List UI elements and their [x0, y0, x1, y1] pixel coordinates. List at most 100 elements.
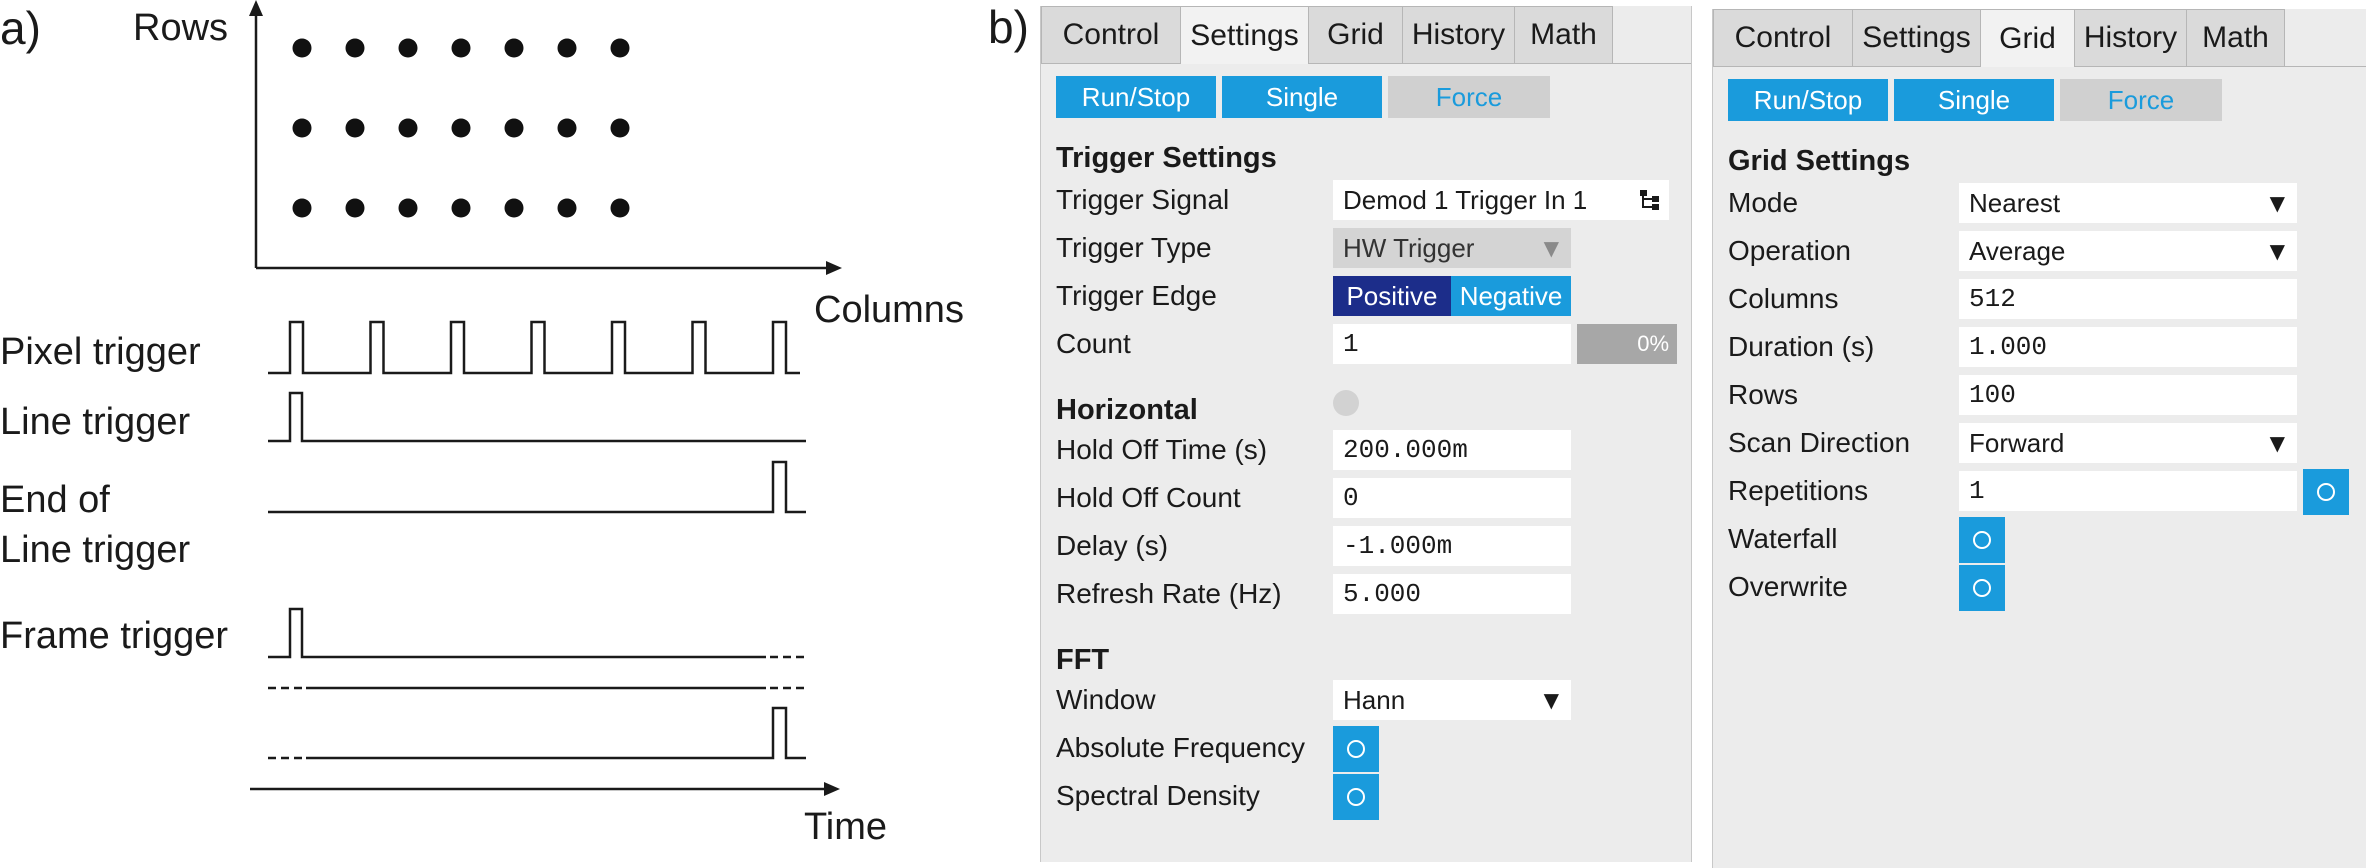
rows-label: Rows — [1728, 379, 1799, 410]
pixel-dot — [345, 118, 365, 138]
scan-timing-diagram: a) Rows Columns Pixel trigger Line trigg… — [0, 0, 964, 848]
operation-dropdown[interactable]: Average ▼ — [1959, 231, 2297, 271]
trigger-progress-bar: 0% — [1577, 324, 1677, 364]
chevron-down-icon: ▼ — [1543, 236, 1559, 260]
pixel-dot — [504, 38, 524, 58]
refresh-rate-field[interactable]: 5.000 — [1333, 574, 1571, 614]
refresh-rate-label: Refresh Rate (Hz) — [1056, 578, 1282, 609]
chevron-down-icon: ▼ — [1543, 688, 1559, 712]
columns-axis-arrow — [826, 261, 842, 275]
edge-positive-button[interactable]: Positive — [1333, 276, 1451, 316]
settings-panel-tabs: Control Settings Grid History Math — [1041, 6, 1691, 64]
trigger-edge-label: Trigger Edge — [1056, 280, 1217, 311]
tab-control[interactable]: Control — [1041, 6, 1181, 64]
window-dropdown[interactable]: Hann ▼ — [1333, 680, 1571, 720]
tab-grid[interactable]: Grid — [1309, 6, 1403, 64]
tab-grid[interactable]: Grid — [1981, 9, 2075, 67]
status-led-icon — [1333, 390, 1359, 416]
pixel-dot — [610, 118, 630, 138]
panel-b-label: b) — [988, 1, 1029, 53]
hold-off-time-field[interactable]: 200.000m — [1333, 430, 1571, 470]
fft-heading: FFT — [1056, 644, 1110, 676]
force-button[interactable]: Force — [2060, 79, 2222, 121]
trigger-signal-field[interactable]: Demod 1 Trigger In 1 — [1333, 180, 1669, 220]
toggle-off-icon — [1973, 531, 1991, 549]
chevron-down-icon: ▼ — [2269, 191, 2285, 215]
repetitions-toggle[interactable] — [2303, 469, 2349, 515]
overwrite-toggle[interactable] — [1959, 565, 2005, 611]
pixel-trigger-label: Pixel trigger — [0, 331, 201, 373]
force-button[interactable]: Force — [1388, 76, 1550, 118]
end-of-line-waveform — [268, 460, 806, 514]
absolute-frequency-label: Absolute Frequency — [1056, 732, 1306, 763]
line-trigger-label: Line trigger — [0, 401, 190, 443]
single-button[interactable]: Single — [1222, 76, 1382, 118]
waterfall-toggle[interactable] — [1959, 517, 2005, 563]
pixel-dot — [292, 198, 312, 218]
count-field[interactable]: 1 — [1333, 324, 1571, 364]
window-value: Hann — [1343, 684, 1406, 715]
tab-math[interactable]: Math — [1515, 6, 1613, 64]
pixel-trigger-waveform — [268, 320, 800, 375]
pixel-dot — [610, 38, 630, 58]
pixel-dot — [398, 198, 418, 218]
tab-bar-filler — [1613, 6, 1691, 64]
scan-direction-value: Forward — [1969, 427, 2065, 458]
single-button[interactable]: Single — [1894, 79, 2054, 121]
waterfall-label: Waterfall — [1728, 523, 1838, 554]
repetitions-field[interactable]: 1 — [1959, 471, 2297, 511]
pixel-dot — [557, 118, 577, 138]
duration-field[interactable]: 1.000 — [1959, 327, 2297, 367]
chevron-down-icon: ▼ — [2269, 239, 2285, 263]
toggle-off-icon — [1347, 740, 1365, 758]
frame-trigger-waveform — [268, 607, 766, 659]
pixel-dot — [292, 118, 312, 138]
pixel-grid — [292, 38, 630, 218]
scan-direction-label: Scan Direction — [1728, 427, 1911, 458]
frame-end-waveform — [306, 706, 806, 760]
tab-settings[interactable]: Settings — [1853, 9, 1981, 67]
pixel-dot — [292, 38, 312, 58]
grid-panel: Control Settings Grid History Math Run/S… — [1712, 9, 2366, 868]
delay-field[interactable]: -1.000m — [1333, 526, 1571, 566]
trigger-type-label: Trigger Type — [1056, 232, 1212, 263]
columns-field[interactable]: 512 — [1959, 279, 2297, 319]
rows-field[interactable]: 100 — [1959, 375, 2297, 415]
run-stop-button[interactable]: Run/Stop — [1728, 79, 1888, 121]
end-of-line-label-1: End of — [0, 479, 110, 521]
hold-off-count-field[interactable]: 0 — [1333, 478, 1571, 518]
trigger-settings-heading: Trigger Settings — [1056, 142, 1277, 174]
pixel-dot — [610, 198, 630, 218]
tab-math[interactable]: Math — [2187, 9, 2285, 67]
hold-off-time-label: Hold Off Time (s) — [1056, 434, 1268, 465]
tab-control[interactable]: Control — [1713, 9, 1853, 67]
line-trigger-waveform — [268, 391, 806, 443]
tab-history[interactable]: History — [2075, 9, 2187, 67]
pixel-dot — [557, 38, 577, 58]
absolute-frequency-toggle[interactable] — [1333, 726, 1379, 772]
count-label: Count — [1056, 328, 1131, 359]
time-axis-label: Time — [804, 806, 887, 848]
scan-direction-dropdown[interactable]: Forward ▼ — [1959, 423, 2297, 463]
tab-history[interactable]: History — [1403, 6, 1515, 64]
toggle-off-icon — [1973, 579, 1991, 597]
mode-dropdown[interactable]: Nearest ▼ — [1959, 183, 2297, 223]
operation-label: Operation — [1728, 235, 1851, 266]
chevron-down-icon: ▼ — [2269, 431, 2285, 455]
repetitions-label: Repetitions — [1728, 475, 1869, 506]
trigger-type-dropdown[interactable]: HW Trigger ▼ — [1333, 228, 1571, 268]
edge-negative-button[interactable]: Negative — [1451, 276, 1571, 316]
pixel-dot — [345, 38, 365, 58]
pixel-dot — [398, 118, 418, 138]
pixel-dot — [451, 198, 471, 218]
spectral-density-toggle[interactable] — [1333, 774, 1379, 820]
horizontal-heading: Horizontal — [1056, 394, 1198, 426]
trigger-type-value: HW Trigger — [1343, 232, 1475, 263]
mode-value: Nearest — [1969, 187, 2061, 218]
run-stop-button[interactable]: Run/Stop — [1056, 76, 1216, 118]
spectral-density-label: Spectral Density — [1056, 780, 1260, 811]
signal-tree-icon[interactable] — [1639, 189, 1661, 211]
end-of-line-label-2: Line trigger — [0, 529, 190, 571]
tab-settings[interactable]: Settings — [1181, 6, 1309, 64]
panel-a-label: a) — [0, 2, 41, 54]
